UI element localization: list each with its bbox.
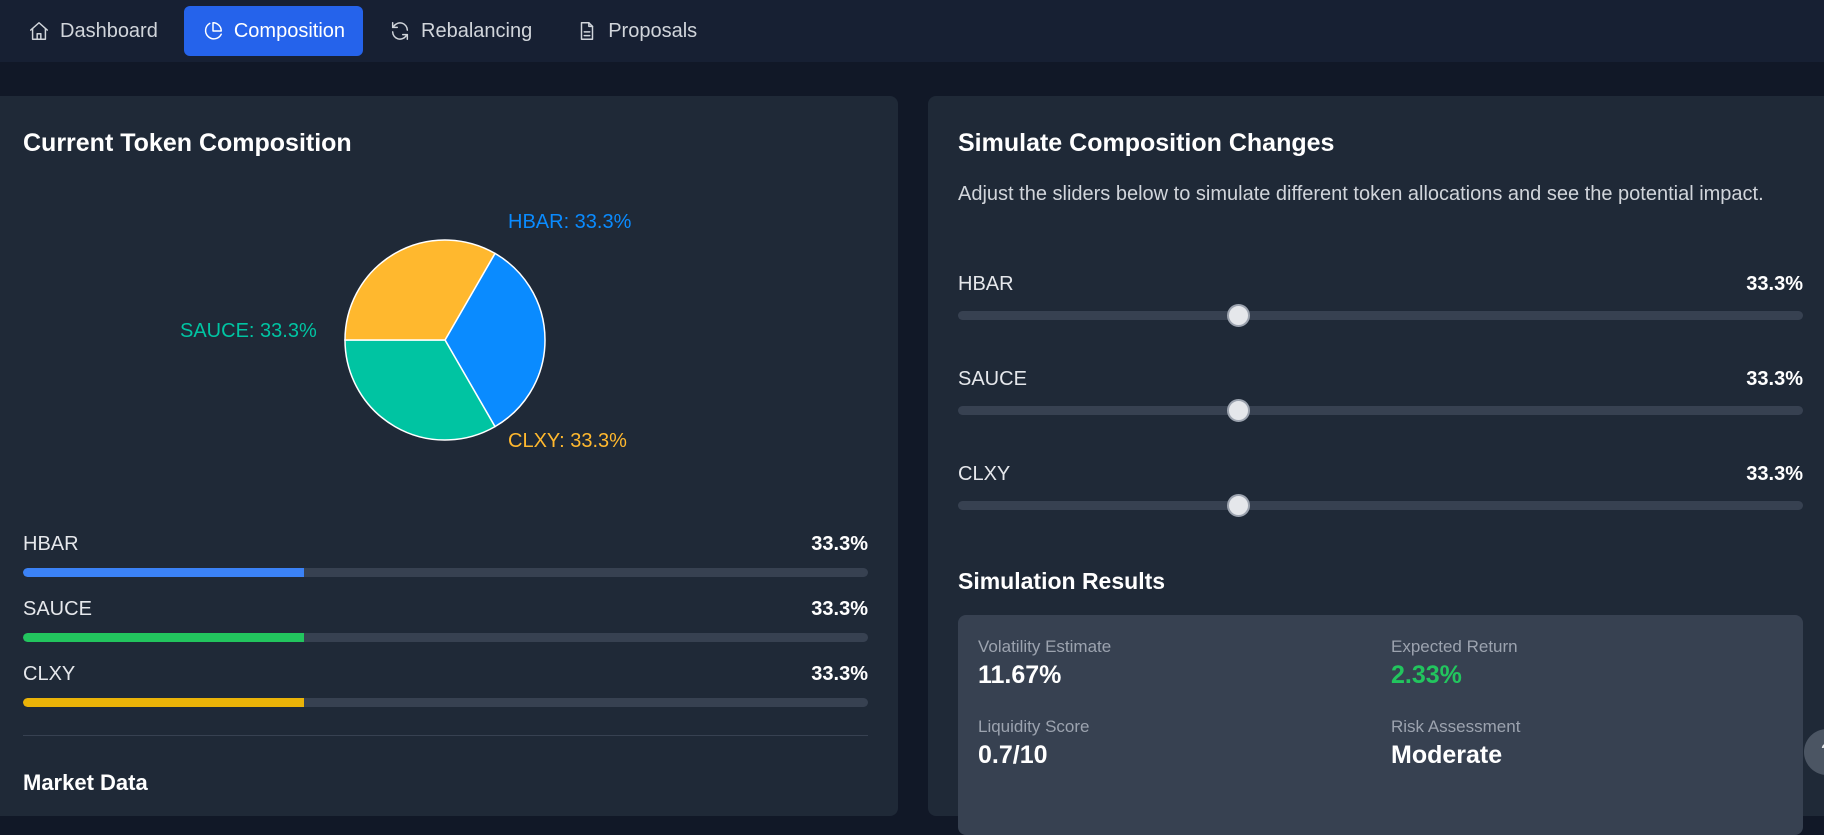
tab-label: Proposals — [608, 19, 698, 42]
market-data-title: Market Data — [23, 770, 148, 795]
allocation-bar-fill — [23, 568, 305, 577]
tab-proposals[interactable]: Proposals — [558, 6, 715, 56]
top-nav: Dashboard Composition Rebalancing Propos… — [0, 0, 1824, 62]
document-icon — [580, 22, 594, 40]
hbar-slider-thumb[interactable] — [1227, 304, 1251, 327]
pie-label-hbar: HBAR: 33.3% — [508, 211, 632, 233]
slider-value: 33.3% — [1746, 273, 1803, 295]
tab-rebalancing[interactable]: Rebalancing — [371, 6, 550, 56]
composition-pie-chart — [344, 239, 546, 441]
allocation-bar-track — [23, 633, 868, 642]
token-name: HBAR — [23, 533, 79, 555]
token-name: CLXY — [23, 663, 76, 685]
slider-label: HBAR — [958, 273, 1014, 295]
allocation-bar-fill — [23, 633, 305, 642]
divider — [23, 735, 868, 736]
metric-value: 2.33% — [1391, 661, 1462, 689]
simulation-results-title: Simulation Results — [958, 568, 1166, 594]
tab-dashboard[interactable]: Dashboard — [10, 6, 176, 56]
tab-composition[interactable]: Composition — [183, 6, 364, 56]
allocation-bar-track — [23, 568, 868, 577]
clxy-slider-thumb[interactable] — [1227, 494, 1251, 517]
metric-value: Moderate — [1391, 741, 1503, 769]
tab-label: Rebalancing — [421, 19, 533, 42]
slider-value: 33.3% — [1746, 368, 1803, 390]
token-percent: 33.3% — [811, 663, 868, 685]
clxy-slider-track[interactable] — [958, 501, 1803, 510]
tab-label: Dashboard — [60, 19, 158, 42]
pie-chart-icon — [204, 22, 222, 40]
sauce-slider-thumb[interactable] — [1227, 399, 1251, 422]
slider-label: SAUCE — [958, 368, 1027, 390]
pie-label-clxy: CLXY: 33.3% — [508, 430, 627, 452]
simulation-results-box: Volatility Estimate 11.67% Expected Retu… — [958, 615, 1803, 835]
refresh-icon — [391, 22, 409, 40]
token-percent: 33.3% — [811, 533, 868, 555]
simulation-description: Adjust the sliders below to simulate dif… — [958, 183, 1764, 205]
metric-label: Risk Assessment — [1391, 717, 1521, 736]
slider-value: 33.3% — [1746, 463, 1803, 485]
tab-label: Composition — [233, 19, 346, 42]
pie-label-sauce: SAUCE: 33.3% — [180, 320, 317, 342]
metric-label: Expected Return — [1391, 637, 1518, 656]
volatility-metric: Volatility Estimate 11.67% — [978, 637, 1111, 690]
panel-title: Simulate Composition Changes — [958, 129, 1335, 157]
metric-value: 0.7/10 — [978, 741, 1048, 769]
metric-value: 11.67% — [978, 661, 1062, 689]
token-percent: 33.3% — [811, 598, 868, 620]
allocation-bar-track — [23, 698, 868, 707]
liquidity-metric: Liquidity Score 0.7/10 — [978, 717, 1090, 770]
simulation-panel: Simulate Composition Changes Adjust the … — [928, 96, 1824, 835]
home-icon — [30, 22, 48, 40]
sauce-slider-track[interactable] — [958, 406, 1803, 415]
slider-label: CLXY — [958, 463, 1011, 485]
composition-panel: Current Token Composition HBAR: 33.3% SA… — [0, 96, 898, 816]
metric-label: Liquidity Score — [978, 717, 1090, 736]
expected-return-metric: Expected Return 2.33% — [1391, 637, 1518, 690]
allocation-bar-fill — [23, 698, 305, 707]
hbar-slider-track[interactable] — [958, 311, 1803, 320]
token-name: SAUCE — [23, 598, 92, 620]
risk-metric: Risk Assessment Moderate — [1391, 717, 1520, 770]
metric-label: Volatility Estimate — [978, 637, 1112, 656]
